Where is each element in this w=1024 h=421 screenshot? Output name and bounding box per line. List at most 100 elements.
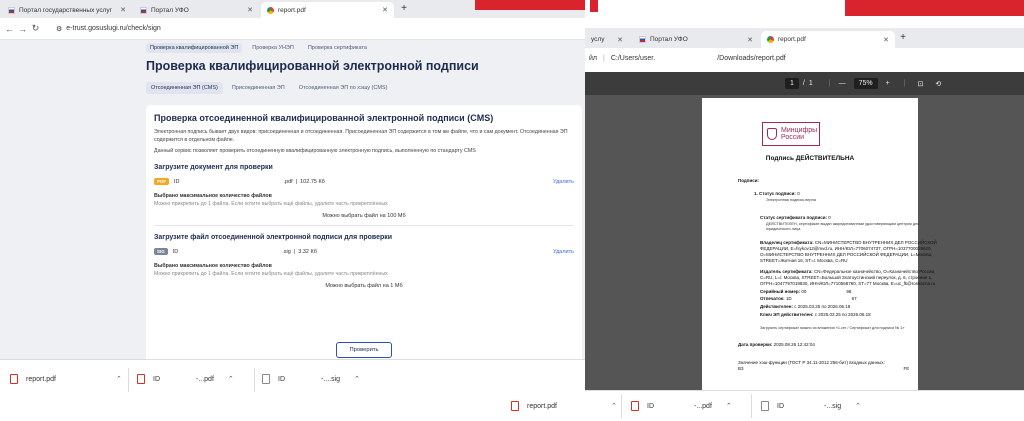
document-section-title: Загрузите документ для проверки [154,163,273,171]
chevron-up-icon[interactable]: ⌃ [354,375,360,383]
close-icon[interactable]: ✕ [241,6,253,14]
redacted-block [590,0,598,12]
chevron-up-icon[interactable]: ⌃ [855,402,861,410]
pdf-view-tools: | ⊡ ⟲ [903,79,942,88]
new-tab-button[interactable]: + [897,32,909,44]
tab-check-unep[interactable]: Проверка УНЭП [248,43,298,53]
chevron-up-icon[interactable]: ⌃ [611,402,617,410]
download-id-sig[interactable]: ID -....sig ⌃ [262,368,360,390]
file-icon [761,401,769,411]
left-browser-window: Портал государственных услуг ✕ Портал УФ… [0,0,585,421]
right-tab-strip: услу ✕ Портал УФО ✕ report.pdf ✕ + [585,28,1024,48]
tab-check-certificate[interactable]: Проверка сертификата [304,43,371,53]
chevron-up-icon[interactable]: ⌃ [116,375,122,383]
tab-report-pdf[interactable]: report.pdf ✕ [261,2,394,18]
delete-signature-link[interactable]: Удалить [553,249,574,255]
download-cert-note: Загрузить сертификат можно из вложения «… [760,326,905,330]
download-id-pdf[interactable]: ID -...pdf ⌃ [631,395,732,417]
forward-icon[interactable]: → [16,24,29,34]
close-icon[interactable]: ✕ [376,6,388,14]
left-address-bar: ← → ↻ ⚙ e-trust.gosuslugi.ru/check/sign [0,18,585,40]
chevron-up-icon[interactable]: ⌃ [726,402,732,410]
cert-status-line: Статус сертификата подписи: 0 [760,215,831,220]
document-name-end: .pdf [283,178,293,185]
tab-check-qualified[interactable]: Проверка квалифицированной ЭП [146,43,243,53]
page-number-input[interactable]: 1 [785,78,799,89]
tab-portal-ufo[interactable]: Портал УФО ✕ [633,31,759,48]
document-size: 102.75 Кб [300,178,325,185]
close-icon[interactable]: ✕ [114,6,126,14]
chrome-icon [767,36,774,43]
left-tab-strip: Портал государственных услуг ✕ Портал УФ… [0,0,585,18]
pdf-file-icon [511,401,519,411]
site-info-icon[interactable]: ⚙ [56,25,62,33]
max-files-hint: Можно прикрепить до 1 файла. Если хотите… [154,270,388,277]
signature-name-end: .sig [282,248,291,255]
rotate-icon[interactable]: ⟲ [935,80,941,88]
tab-gosuslugi[interactable]: услу ✕ [585,31,629,48]
pdf-page: Минцифры России Подпись ДЕЙСТВИТЕЛЬНА Под… [702,98,937,390]
page-indicator: 1 / 1 [785,78,813,89]
file-icon [262,374,270,384]
signature-size: 3.32 Кб [298,248,317,255]
right-download-bar: report.pdf ⌃ ID -...pdf ⌃ ID -...sig ⌃ [511,390,1024,421]
flag-icon [140,6,147,14]
file-icon: йл [589,54,597,62]
max-files-warning: Выбрано максимальное количество файлов [154,192,272,199]
pdf-viewer[interactable]: Минцифры России Подпись ДЕЙСТВИТЕЛЬНА Под… [585,95,1024,390]
fit-page-icon[interactable]: ⊡ [918,80,924,88]
download-report-pdf[interactable]: report.pdf ⌃ [511,395,617,417]
divider [751,394,752,418]
tab-portal-ufo[interactable]: Портал УФО ✕ [134,2,259,18]
emblem-icon [767,128,777,140]
signature-name-start: ID [172,248,179,255]
document-file-row: PDF ID .pdf | 102.75 Кб Удалить [154,177,574,187]
pdf-file-icon [631,401,639,411]
sig-file-icon: SIG [154,248,168,255]
tab-report-pdf[interactable]: report.pdf ✕ [761,31,895,48]
pdf-file-icon [137,374,145,384]
service-text: Данный сервис позволяет проверить отсоед… [154,148,476,154]
card-heading: Проверка отсоединенной квалифицированной… [154,113,494,123]
tab-attached[interactable]: Присоединенная ЭП [227,82,290,94]
zoom-in-button[interactable]: + [886,80,890,87]
left-download-bar: report.pdf ⌃ ID -...pdf ⌃ ID -....sig ⌃ [0,359,585,401]
document-name-start: ID [174,178,180,185]
download-report-pdf[interactable]: report.pdf ⌃ [10,368,122,390]
close-icon[interactable]: ✕ [741,36,753,44]
flag-icon [8,6,15,14]
zoom-out-button[interactable]: — [839,80,846,87]
close-icon[interactable]: ✕ [877,36,889,44]
reload-icon[interactable]: ↻ [29,23,42,34]
zoom-controls: | — 75% + [828,78,890,89]
url-field[interactable]: ⚙ e-trust.gosuslugi.ru/check/sign [56,25,161,33]
hash-value: B3 FE [738,366,910,371]
right-address-bar[interactable]: йл | C:/Users/user. /Downloads/report.pd… [585,48,1024,68]
tab-detached-cms[interactable]: Отсоединенная ЭП (CMS) [146,82,223,94]
new-tab-button[interactable]: + [398,3,410,15]
separator: | [603,54,605,62]
description-text: Электронная подпись бывает двух видов: п… [154,129,568,143]
signature-size-limit: Можно выбрать файл на 1 Мб [325,282,403,289]
redacted-block [845,0,1024,16]
check-button[interactable]: Проверить [336,342,392,358]
delete-document-link[interactable]: Удалить [553,179,574,185]
back-icon[interactable]: ← [3,24,16,34]
tab-detached-hash[interactable]: Отсоединенная ЭП по хэшу (CMS) [294,82,393,94]
screenshot-root: Портал государственных услуг ✕ Портал УФ… [0,0,1024,421]
owner-line: Владелец сертификата: CN=МИНИСТЕРСТВО ВН… [760,240,937,245]
serial-line: Серийный номер: 00 98 [760,289,852,294]
download-id-pdf[interactable]: ID -...pdf ⌃ [137,368,234,390]
valid-line: Действителен: с 2025.03.25 по 2026.06.18 [760,304,851,309]
download-id-sig[interactable]: ID -...sig ⌃ [761,395,861,417]
zoom-level[interactable]: 75% [853,78,878,89]
signature-type-tabs: Отсоединенная ЭП (CMS) Присоединенная ЭП… [146,82,392,94]
chevron-up-icon[interactable]: ⌃ [228,375,234,383]
check-type-tabs: Проверка квалифицированной ЭП Проверка У… [146,43,371,53]
verification-result-title: Подпись ДЕЙСТВИТЕЛЬНА [765,155,855,162]
tab-gosuslugi[interactable]: Портал государственных услуг ✕ [2,2,132,18]
separator: | [293,248,296,255]
close-icon[interactable]: ✕ [611,36,623,44]
divider [621,394,622,418]
status-line: 1. Статус подписи: 0 [754,191,800,196]
